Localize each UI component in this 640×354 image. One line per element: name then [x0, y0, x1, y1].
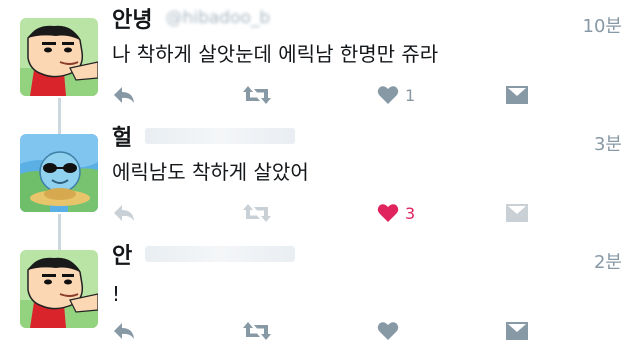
- redacted-handle: [145, 128, 296, 144]
- like-button[interactable]: 3: [377, 198, 415, 228]
- redacted-handle: [145, 246, 296, 262]
- tweet[interactable]: 안 2분 !: [0, 236, 640, 354]
- author-name[interactable]: 헐: [112, 120, 132, 150]
- reply-button[interactable]: [112, 198, 136, 228]
- like-count: 1: [405, 85, 416, 105]
- timestamp[interactable]: 3분: [594, 130, 622, 156]
- author-line: 헐: [112, 120, 492, 150]
- envelope-icon: [506, 86, 528, 104]
- cartoon-squirtle-avatar-icon: [20, 134, 98, 212]
- like-button[interactable]: [377, 316, 405, 346]
- retweet-button[interactable]: [242, 198, 272, 228]
- author-name[interactable]: 안: [112, 238, 132, 268]
- crayon-boy-avatar-icon: [20, 18, 98, 96]
- author-name[interactable]: 안녕: [112, 2, 152, 32]
- avatar[interactable]: [20, 18, 98, 96]
- heart-icon: [377, 204, 399, 222]
- like-count: 3: [405, 203, 416, 223]
- tweet[interactable]: 안녕 @hibadoo_b 10분 나 착하게 살앗눈데 에릭남 한명만 쥬라 …: [0, 0, 640, 118]
- envelope-icon: [506, 204, 528, 222]
- retweet-icon: [243, 86, 271, 104]
- timestamp[interactable]: 10분: [583, 12, 622, 38]
- retweet-button[interactable]: [242, 316, 272, 346]
- reply-icon: [114, 205, 134, 221]
- reply-button[interactable]: [112, 80, 136, 110]
- author-line: 안: [112, 238, 492, 268]
- tweet-actions: 3: [112, 198, 532, 228]
- retweet-icon: [243, 322, 271, 340]
- avatar[interactable]: [20, 250, 98, 328]
- avatar[interactable]: [20, 134, 98, 212]
- tweet-text: 에릭남도 착하게 살았어: [112, 160, 309, 184]
- envelope-icon: [506, 322, 528, 340]
- author-line: 안녕 @hibadoo_b: [112, 2, 492, 32]
- reply-icon: [114, 323, 134, 339]
- tweet-text: !: [112, 282, 121, 306]
- reply-button[interactable]: [112, 316, 136, 346]
- tweet-text: 나 착하게 살앗눈데 에릭남 한명만 쥬라: [112, 42, 439, 66]
- dm-button[interactable]: [505, 80, 529, 110]
- dm-button[interactable]: [505, 198, 529, 228]
- like-button[interactable]: 1: [377, 80, 415, 110]
- retweet-button[interactable]: [242, 80, 272, 110]
- reply-icon: [114, 87, 134, 103]
- tweet-actions: [112, 316, 532, 346]
- author-handle[interactable]: @hibadoo_b: [166, 8, 271, 28]
- heart-icon: [377, 322, 399, 340]
- dm-button[interactable]: [505, 316, 529, 346]
- timestamp[interactable]: 2분: [594, 248, 622, 274]
- heart-icon: [377, 86, 399, 104]
- retweet-icon: [243, 204, 271, 222]
- tweet-actions: 1: [112, 80, 532, 110]
- crayon-boy-avatar-icon: [20, 250, 98, 328]
- tweet[interactable]: 헐 3분 에릭남도 착하게 살았어 3: [0, 118, 640, 236]
